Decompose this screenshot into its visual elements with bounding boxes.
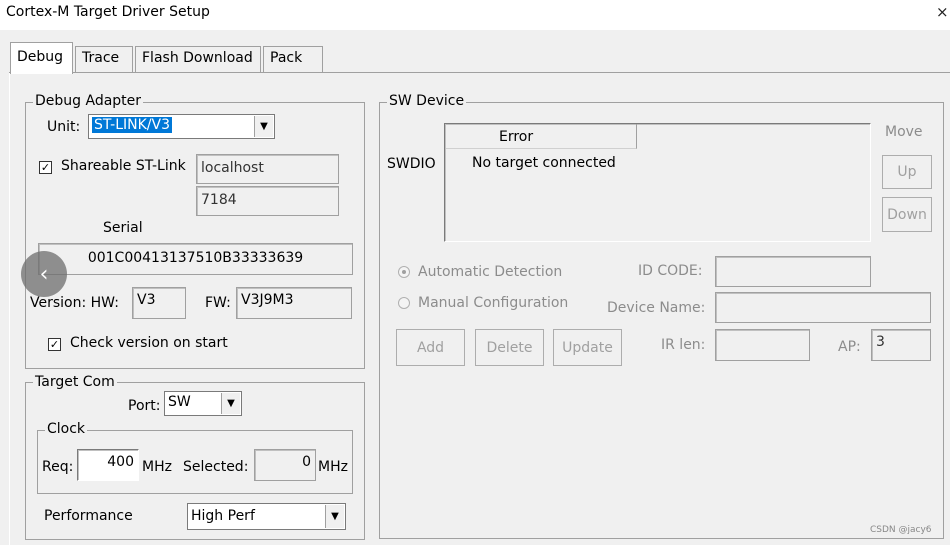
device-name-field — [715, 292, 931, 323]
debug-adapter-label: Debug Adapter — [33, 93, 144, 109]
table-header-error: Error — [499, 129, 534, 145]
host-field[interactable]: localhost — [196, 154, 339, 184]
add-button[interactable]: Add — [396, 329, 465, 366]
ir-len-label: IR len: — [661, 337, 706, 353]
table-header-cell — [446, 124, 637, 149]
down-button[interactable]: Down — [882, 197, 932, 232]
unit-select[interactable]: ST-LINK/V3 ▼ — [88, 114, 275, 139]
clock-label: Clock — [45, 421, 88, 437]
port-value: SW — [168, 394, 191, 410]
prev-arrow-icon[interactable]: ‹ — [21, 251, 67, 297]
shareable-checkbox[interactable]: ✓ — [39, 161, 52, 174]
serial-label: Serial — [103, 220, 143, 236]
auto-detect-label: Automatic Detection — [418, 264, 563, 280]
selected-label: Selected: — [183, 459, 249, 475]
delete-button[interactable]: Delete — [475, 329, 544, 366]
manual-config-radio[interactable] — [398, 297, 410, 309]
manual-config-label: Manual Configuration — [418, 295, 569, 311]
swdio-label: SWDIO — [387, 156, 436, 172]
id-code-field — [715, 256, 871, 287]
mhz-label: MHz — [142, 459, 172, 475]
check-version-label: Check version on start — [70, 335, 228, 351]
tab-flash-download[interactable]: Flash Download — [135, 46, 261, 73]
target-com-label: Target Com — [33, 374, 117, 390]
performance-select[interactable]: High Perf ▼ — [187, 503, 346, 530]
port-label: Port: — [128, 398, 161, 414]
req-input[interactable]: 400 — [77, 449, 139, 481]
ap-label: AP: — [838, 339, 861, 355]
selected-field: 0 — [254, 449, 316, 481]
move-label: Move — [885, 124, 923, 140]
serial-field: 001C00413137510B33333639 — [38, 243, 353, 275]
fw-label: FW: — [205, 295, 231, 311]
tab-label: Flash Download — [142, 50, 253, 66]
debug-adapter-group — [25, 102, 365, 369]
shareable-label: Shareable ST-Link — [61, 158, 186, 174]
tab-debug[interactable]: Debug — [10, 42, 73, 74]
performance-value: High Perf — [191, 508, 255, 524]
watermark: CSDN @jacy6 — [870, 525, 932, 535]
update-button[interactable]: Update — [553, 329, 622, 366]
unit-label: Unit: — [47, 119, 81, 135]
fw-field: V3J9M3 — [236, 287, 352, 319]
chevron-down-icon[interactable]: ▼ — [254, 116, 273, 137]
auto-detect-radio[interactable] — [398, 266, 410, 278]
mhz-label-2: MHz — [318, 459, 348, 475]
ap-field: 3 — [871, 329, 931, 361]
title-bar: Cortex-M Target Driver Setup × — [0, 0, 950, 30]
performance-label: Performance — [44, 508, 133, 524]
version-hw-label: Version: HW: — [30, 295, 119, 311]
tab-label: Pack — [270, 50, 303, 66]
chevron-down-icon[interactable]: ▼ — [325, 505, 344, 528]
port-field[interactable]: 7184 — [196, 186, 339, 216]
check-version-checkbox[interactable]: ✓ — [48, 338, 61, 351]
up-button[interactable]: Up — [882, 155, 932, 189]
ir-len-field — [715, 329, 810, 361]
window-title: Cortex-M Target Driver Setup — [6, 4, 210, 20]
tab-trace[interactable]: Trace — [75, 46, 133, 73]
table-row: No target connected — [472, 155, 616, 171]
req-label: Req: — [42, 459, 74, 475]
port-select[interactable]: SW ▼ — [164, 391, 242, 416]
tab-label: Trace — [82, 50, 120, 66]
id-code-label: ID CODE: — [638, 263, 703, 279]
sw-device-label: SW Device — [387, 93, 467, 109]
tab-label: Debug — [17, 49, 64, 65]
chevron-down-icon[interactable]: ▼ — [221, 393, 240, 414]
hw-field: V3 — [132, 287, 186, 319]
unit-value: ST-LINK/V3 — [92, 117, 172, 133]
device-name-label: Device Name: — [607, 300, 706, 316]
close-icon[interactable]: × — [936, 3, 949, 21]
tab-pack[interactable]: Pack — [263, 46, 323, 73]
